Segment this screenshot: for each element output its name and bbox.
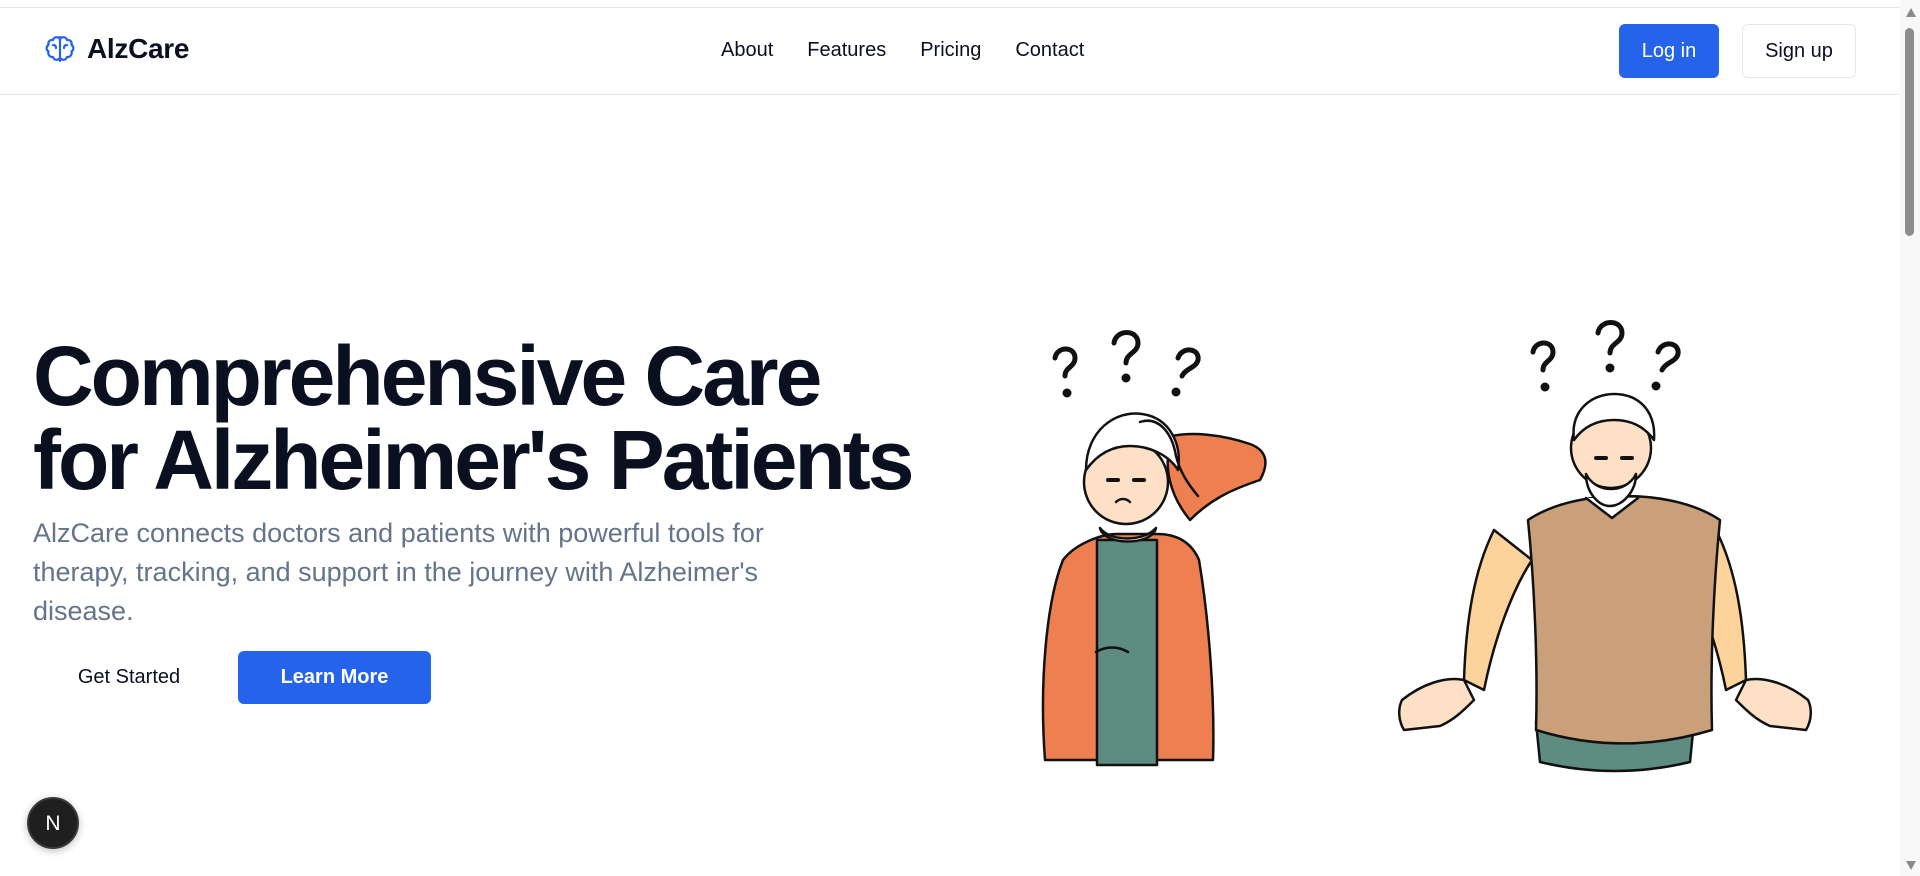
elderly-man [1398,392,1812,773]
question-marks-right [1530,320,1681,392]
next-logo-letter: N [45,812,60,835]
nav-about[interactable]: About [721,39,773,62]
hero-title-line-1: Comprehensive Care [33,329,822,423]
hero-title-line-2: for Alzheimer's Patients [33,413,914,507]
main-nav: About Features Pricing Contact [721,39,1084,62]
brain-icon [45,35,75,63]
get-started-button[interactable]: Get Started [33,651,225,703]
signup-button[interactable]: Sign up [1742,24,1856,78]
hero-title: Comprehensive Care for Alzheimer's Patie… [33,329,914,507]
nav-features[interactable]: Features [807,39,886,62]
elderly-woman [1041,412,1267,767]
next-dev-badge[interactable]: N [27,797,79,849]
nav-contact[interactable]: Contact [1015,39,1084,62]
nav-pricing[interactable]: Pricing [920,39,981,62]
confused-elderly-couple-illustration [1041,320,1812,773]
scroll-up-arrow-icon[interactable] [1906,8,1916,17]
brand[interactable]: AlzCare [43,32,189,66]
brand-name: AlzCare [87,33,190,64]
login-button[interactable]: Log in [1619,24,1719,78]
browser-top-line [0,0,1900,8]
scroll-down-arrow-icon[interactable] [1906,861,1916,870]
next-logo-icon: N [45,812,60,835]
hero-subtitle: AlzCare connects doctors and patients wi… [33,518,764,626]
question-marks-left [1052,330,1201,398]
scrollbar-thumb[interactable] [1905,28,1914,236]
page-scrollbar[interactable] [1900,0,1920,876]
site-header: AlzCare About Features Pricing Contact L… [0,8,1900,95]
learn-more-button[interactable]: Learn More [238,651,431,704]
